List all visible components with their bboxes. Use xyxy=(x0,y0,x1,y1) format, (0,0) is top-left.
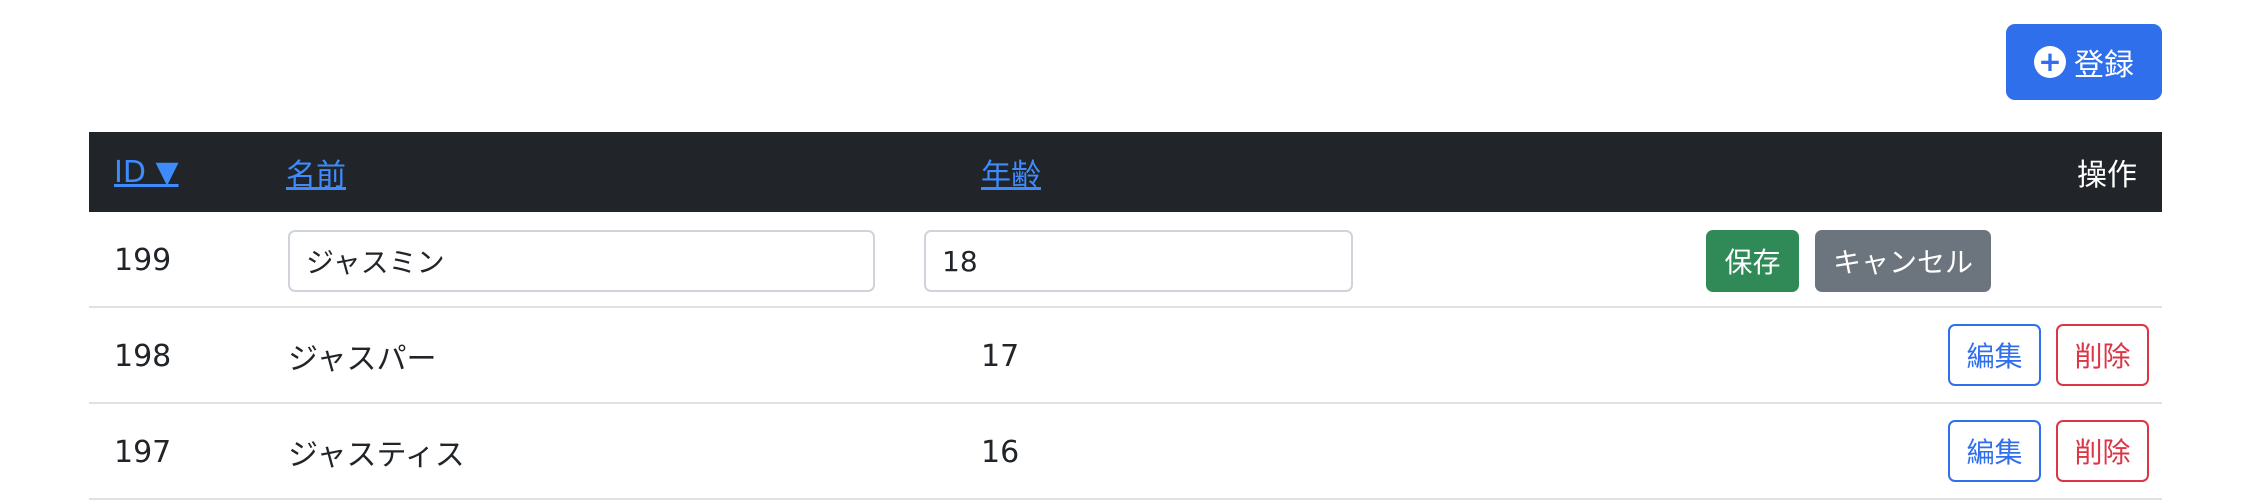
row-age: 17 xyxy=(981,338,1020,374)
header-id[interactable]: ID ▼ xyxy=(114,132,179,212)
delete-button[interactable]: 削除 xyxy=(2056,420,2149,482)
save-button[interactable]: 保存 xyxy=(1706,230,1799,292)
name-input[interactable] xyxy=(288,230,875,292)
row-name: ジャスティス xyxy=(288,438,465,473)
row-id: 198 xyxy=(114,338,172,374)
table-row: 198 ジャスパー 17 編集 削除 xyxy=(89,308,2162,404)
users-table: ID ▼ 名前 年齢 操作 199 保存 キャンセル 198 ジャスパー 17 … xyxy=(89,132,2162,500)
table-header: ID ▼ 名前 年齢 操作 xyxy=(89,132,2162,212)
header-age[interactable]: 年齢 xyxy=(981,132,1041,212)
delete-button[interactable]: 削除 xyxy=(2056,324,2149,386)
header-ops: 操作 xyxy=(2077,158,2137,193)
register-label: 登録 xyxy=(2074,48,2134,83)
sort-by-age-link[interactable]: 年齢 xyxy=(981,150,1041,194)
row-id: 199 xyxy=(114,242,172,278)
header-name[interactable]: 名前 xyxy=(286,132,346,212)
table-row-editing: 199 保存 キャンセル xyxy=(89,212,2162,308)
row-id: 197 xyxy=(114,434,172,470)
edit-button[interactable]: 編集 xyxy=(1948,420,2041,482)
age-input[interactable] xyxy=(924,230,1353,292)
table-row: 197 ジャスティス 16 編集 削除 xyxy=(89,404,2162,500)
row-age: 16 xyxy=(981,434,1020,470)
row-name: ジャスパー xyxy=(288,342,437,377)
edit-button[interactable]: 編集 xyxy=(1948,324,2041,386)
register-button[interactable]: + 登録 xyxy=(2006,24,2162,100)
sort-by-name-link[interactable]: 名前 xyxy=(286,150,346,194)
sort-by-id-link[interactable]: ID ▼ xyxy=(114,155,179,190)
plus-circle-icon: + xyxy=(2034,46,2066,78)
cancel-button[interactable]: キャンセル xyxy=(1815,230,1991,292)
